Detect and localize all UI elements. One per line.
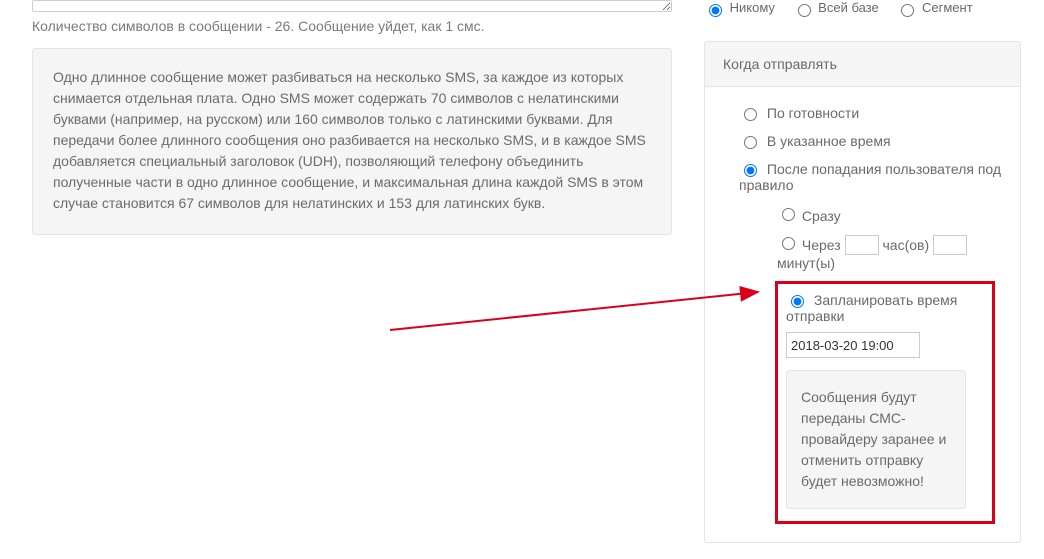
opt-ready[interactable]: По готовности xyxy=(739,105,1004,121)
recipient-segment[interactable]: Сегмент xyxy=(896,0,972,15)
opt-after-rule-label: После попадания пользователя под правило xyxy=(739,161,1001,193)
opt-at-time-radio[interactable] xyxy=(744,136,757,149)
schedule-warning: Сообщения будут переданы СМС-провайдеру … xyxy=(786,370,966,509)
message-textarea[interactable] xyxy=(32,0,672,12)
recipient-segment-radio[interactable] xyxy=(901,4,914,17)
recipient-all-radio[interactable] xyxy=(798,4,811,17)
recipient-segment-label: Сегмент xyxy=(922,0,973,15)
send-time-panel: Когда отправлять По готовности В указанн… xyxy=(704,41,1021,544)
opt-ready-radio[interactable] xyxy=(744,108,757,121)
highlight-box: Запланировать время отправки Сообщения б… xyxy=(775,281,995,524)
recipient-nobody-radio[interactable] xyxy=(709,4,722,17)
recipients-row: Никому Всей базе Сегмент xyxy=(704,0,1039,17)
subopt-immediately-label: Сразу xyxy=(802,208,841,224)
recipient-nobody-label: Никому xyxy=(730,0,775,15)
subopt-delay-hours-label: час(ов) xyxy=(882,237,929,253)
subopt-schedule-radio[interactable] xyxy=(791,295,804,308)
recipient-all[interactable]: Всей базе xyxy=(793,0,883,15)
opt-ready-label: По готовности xyxy=(767,105,859,121)
char-counter: Количество символов в сообщении - 26. Со… xyxy=(32,18,682,34)
schedule-datetime-input[interactable] xyxy=(786,332,920,358)
opt-at-time-label: В указанное время xyxy=(767,133,891,149)
subopt-immediately[interactable]: Сразу xyxy=(777,205,1004,224)
recipient-all-label: Всей базе xyxy=(818,0,879,15)
subopt-delay[interactable]: Через час(ов) минут(ы) xyxy=(777,234,1004,272)
subopt-delay-prefix: Через xyxy=(802,237,841,253)
opt-after-rule-radio[interactable] xyxy=(744,164,757,177)
delay-hours-input[interactable] xyxy=(845,235,879,255)
opt-after-rule[interactable]: После попадания пользователя под правило xyxy=(739,161,1004,193)
sms-info-box: Одно длинное сообщение может разбиваться… xyxy=(32,48,672,235)
subopt-delay-radio[interactable] xyxy=(782,237,795,250)
subopt-schedule[interactable]: Запланировать время отправки xyxy=(786,292,984,324)
send-time-panel-title: Когда отправлять xyxy=(705,42,1020,87)
delay-minutes-input[interactable] xyxy=(933,235,967,255)
subopt-immediately-radio[interactable] xyxy=(782,208,795,221)
opt-at-time[interactable]: В указанное время xyxy=(739,133,1004,149)
subopt-delay-minutes-label: минут(ы) xyxy=(777,255,835,271)
recipient-nobody[interactable]: Никому xyxy=(704,0,779,15)
subopt-schedule-label: Запланировать время отправки xyxy=(786,292,957,324)
